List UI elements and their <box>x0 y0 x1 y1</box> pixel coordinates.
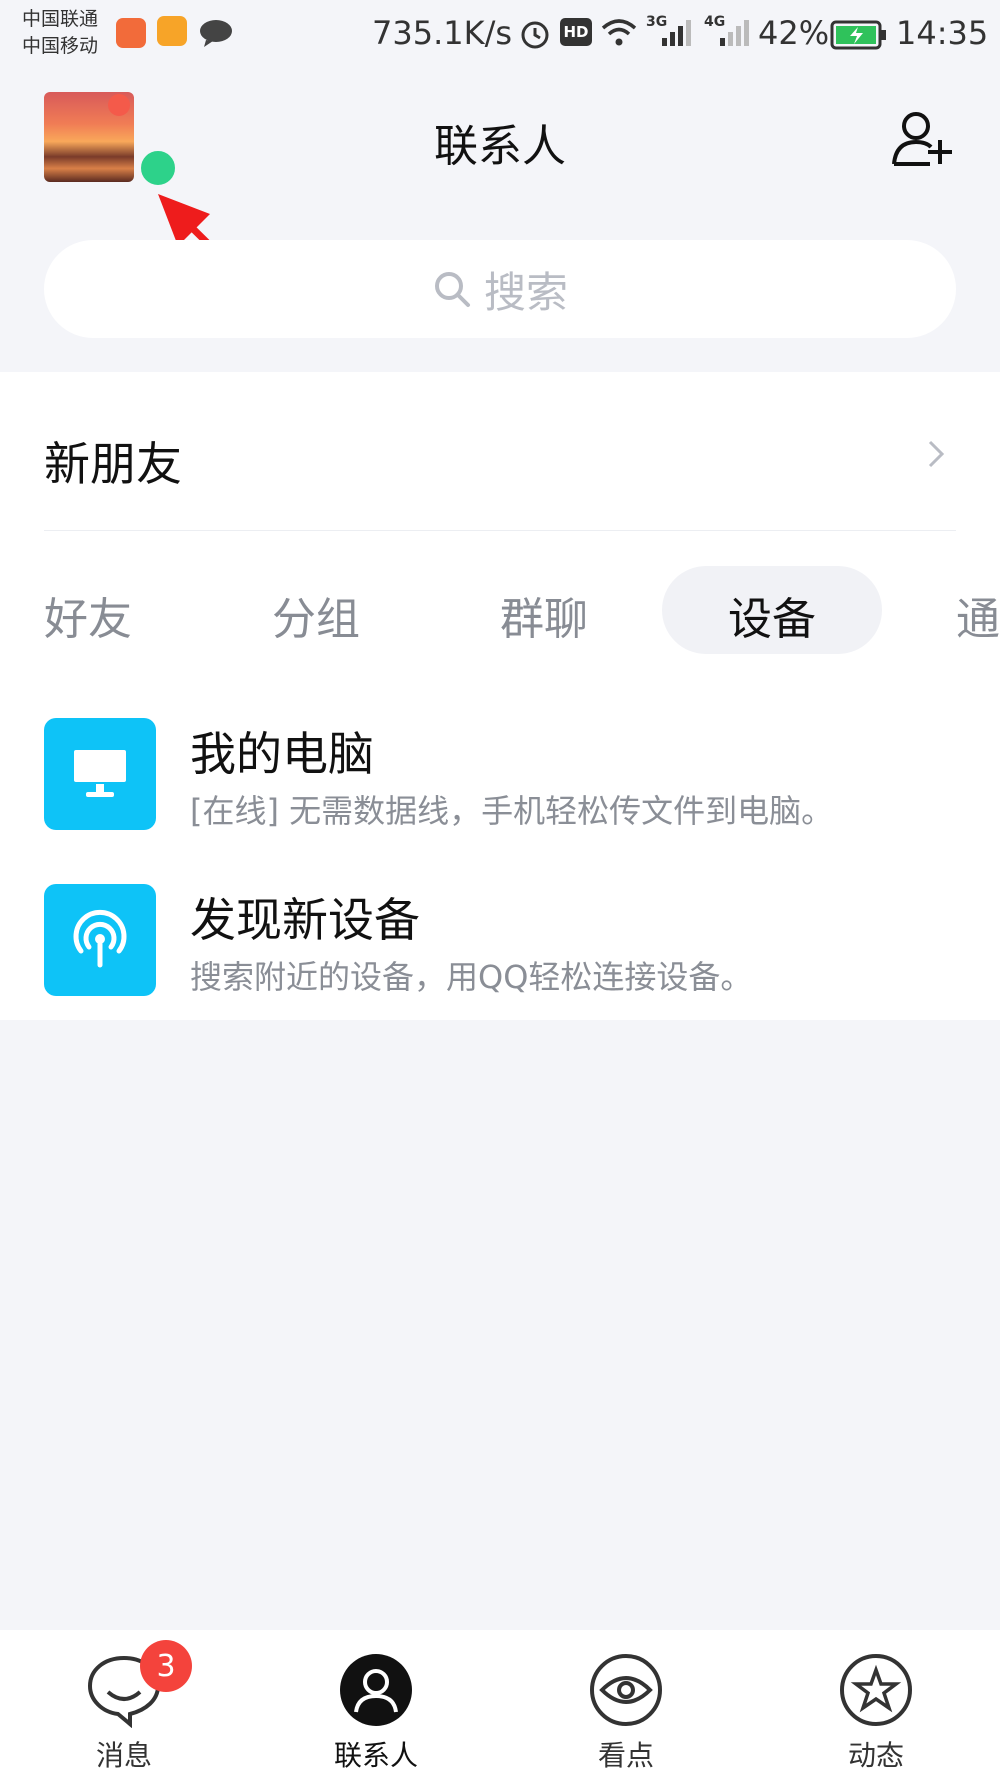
star-icon[interactable] <box>838 1652 914 1728</box>
listen-app-icon <box>116 18 146 48</box>
message-badge: 3 <box>140 1640 192 1692</box>
wifi-icon <box>601 19 637 46</box>
chat-bubble-icon <box>200 20 232 47</box>
status-bar: 中国联通 中国移动 735.1K/s HD 3G 4G 42% 14:35 <box>0 0 1000 70</box>
device-desc-my-computer: [在线] 无需数据线，手机轻松传文件到电脑。 <box>190 792 834 830</box>
device-title-discover: 发现新设备 <box>190 893 420 947</box>
search-placeholder: 搜索 <box>483 267 568 317</box>
battery-charging-icon <box>830 20 886 50</box>
carrier-1: 中国联通 <box>22 8 99 30</box>
search-icon <box>434 272 470 307</box>
page-title: 联系人 <box>434 121 566 172</box>
signal-4g-icon <box>720 20 749 46</box>
tab-groups[interactable]: 分组 <box>272 583 360 647</box>
device-desc-discover: 搜索附近的设备，用QQ轻松连接设备。 <box>190 958 753 996</box>
taobao-app-icon <box>157 16 187 46</box>
new-friends-label: 新朋友 <box>44 437 182 491</box>
contacts-icon[interactable] <box>338 1652 414 1728</box>
device-title-my-computer: 我的电脑 <box>190 727 374 781</box>
monitor-icon <box>44 718 156 830</box>
battery-percent: 42% <box>758 14 830 52</box>
clock: 14:35 <box>896 14 989 52</box>
nav-label-kandian[interactable]: 看点 <box>556 1734 696 1774</box>
nav-label-feed[interactable]: 动态 <box>806 1734 946 1774</box>
signal-3g-icon <box>662 20 691 46</box>
carrier-2: 中国移动 <box>22 35 99 57</box>
tab-devices[interactable]: 设备 <box>728 583 816 647</box>
tab-friends[interactable]: 好友 <box>44 583 132 647</box>
eye-icon[interactable] <box>588 1652 664 1728</box>
tab-group-chats[interactable]: 群聊 <box>500 583 588 647</box>
network-speed: 735.1K/s <box>372 14 513 52</box>
tab-more[interactable]: 通 <box>956 583 1000 647</box>
add-contact-icon[interactable] <box>890 106 954 170</box>
nav-label-contacts[interactable]: 联系人 <box>306 1734 446 1774</box>
nav-label-messages[interactable]: 消息 <box>54 1734 194 1774</box>
search-bar[interactable]: 搜索 <box>44 240 956 338</box>
wireless-icon <box>44 884 156 996</box>
chevron-right-icon <box>928 440 945 468</box>
alarm-icon <box>521 21 549 49</box>
divider <box>44 530 956 531</box>
hd-icon: HD <box>560 18 592 46</box>
